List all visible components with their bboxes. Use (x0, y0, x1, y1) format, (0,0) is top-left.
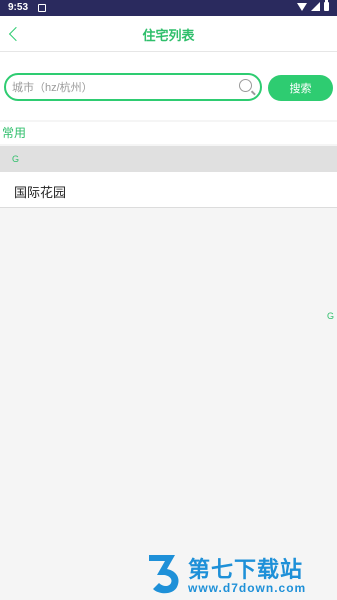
search-box[interactable] (4, 73, 262, 101)
search-input[interactable] (12, 79, 232, 97)
watermark-title: 第七下载站 (188, 558, 304, 583)
section-label-common: 常用 (0, 122, 337, 144)
list-item[interactable]: 国际花园 (0, 172, 337, 208)
watermark-logo-icon (149, 555, 179, 594)
status-bar: 9:53 (0, 0, 337, 16)
list-item-label: 国际花园 (14, 186, 67, 201)
sim-card-icon (38, 4, 46, 12)
search-icon[interactable] (239, 79, 252, 92)
index-bar-letter[interactable]: G (327, 311, 334, 321)
wifi-icon (297, 3, 307, 11)
watermark-url: www.d7down.com (188, 581, 307, 595)
search-row: 搜索 (0, 52, 337, 120)
watermark: 第七下载站 www.d7down.com (140, 546, 337, 600)
page-title: 住宅列表 (142, 29, 195, 44)
status-icons (297, 0, 329, 11)
group-header: G (0, 146, 337, 172)
app-bar: 住宅列表 (0, 16, 337, 52)
search-button[interactable]: 搜索 (268, 75, 333, 101)
signal-icon (311, 2, 320, 11)
status-time: 9:53 (8, 2, 29, 13)
battery-icon (324, 0, 329, 11)
